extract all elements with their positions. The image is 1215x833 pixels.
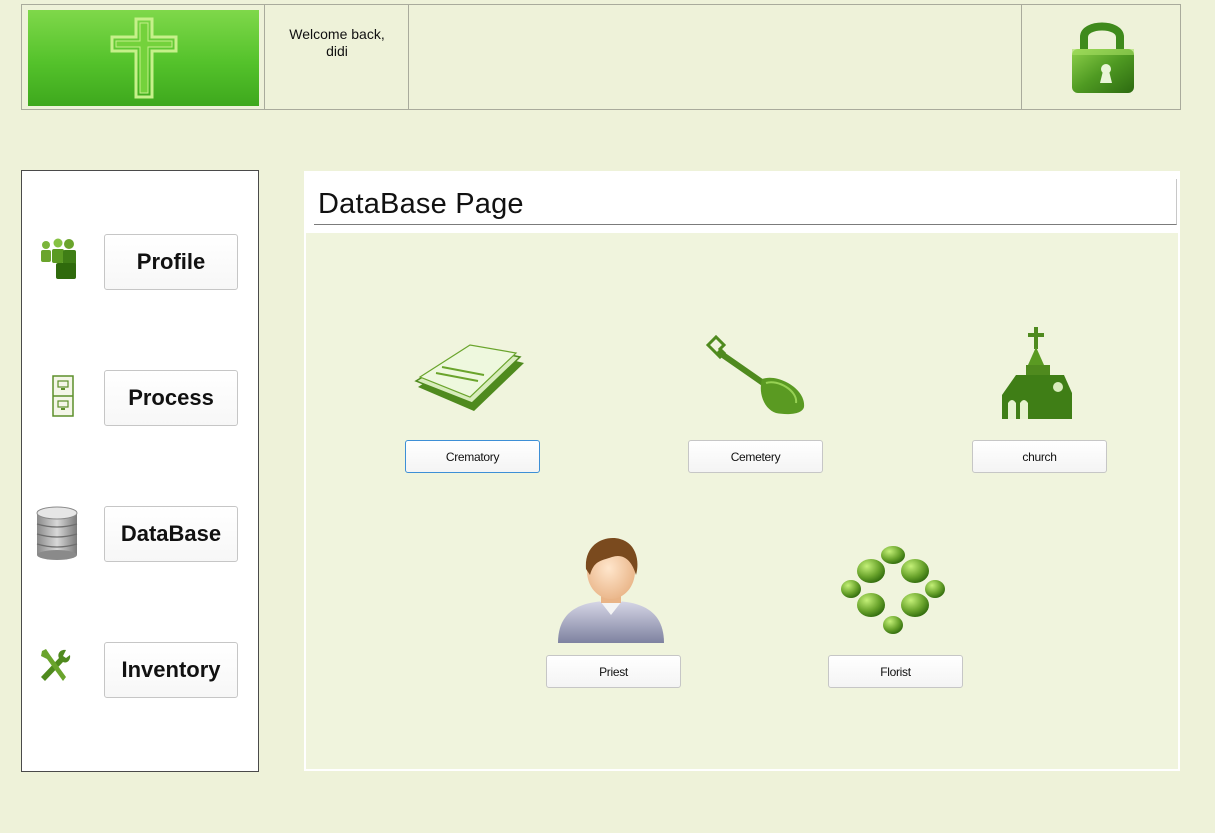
header-divider: [264, 5, 265, 109]
header-bar: Welcome back, didi: [21, 4, 1181, 110]
title-bar: DataBase Page: [306, 173, 1178, 233]
inventory-button[interactable]: Inventory: [104, 642, 238, 698]
people-icon: [41, 238, 76, 279]
database-panel: DataBase Page Crematory Cemetery church: [304, 171, 1180, 771]
paper-stack-icon: [414, 344, 524, 411]
welcome-message: Welcome back, didi: [266, 5, 408, 109]
logo-panel: [28, 10, 259, 106]
padlock-icon[interactable]: [1060, 17, 1144, 97]
priest-button[interactable]: Priest: [546, 655, 681, 688]
welcome-text: Welcome back,: [289, 26, 385, 42]
header-divider: [408, 5, 409, 109]
cemetery-button[interactable]: Cemetery: [688, 440, 823, 473]
title-box: DataBase Page: [314, 179, 1177, 225]
priest-icon: [558, 538, 664, 643]
florist-button[interactable]: Florist: [828, 655, 963, 688]
process-button[interactable]: Process: [104, 370, 238, 426]
tools-icon: [41, 649, 71, 681]
database-icon: [36, 506, 78, 560]
church-button[interactable]: church: [972, 440, 1107, 473]
flower-icon: [841, 546, 945, 634]
shovel-icon: [705, 334, 805, 415]
database-button[interactable]: DataBase: [104, 506, 238, 562]
header-divider: [1021, 5, 1022, 109]
cross-icon: [110, 17, 177, 99]
profile-button[interactable]: Profile: [104, 234, 238, 290]
filing-cabinet-icon: [52, 375, 74, 417]
username: didi: [326, 43, 348, 59]
logout-button[interactable]: [1023, 5, 1180, 109]
page-title: DataBase Page: [318, 188, 524, 220]
crematory-button[interactable]: Crematory: [405, 440, 540, 473]
sidebar: Profile Process DataBase Inventory: [21, 170, 259, 772]
church-icon: [1002, 327, 1072, 419]
